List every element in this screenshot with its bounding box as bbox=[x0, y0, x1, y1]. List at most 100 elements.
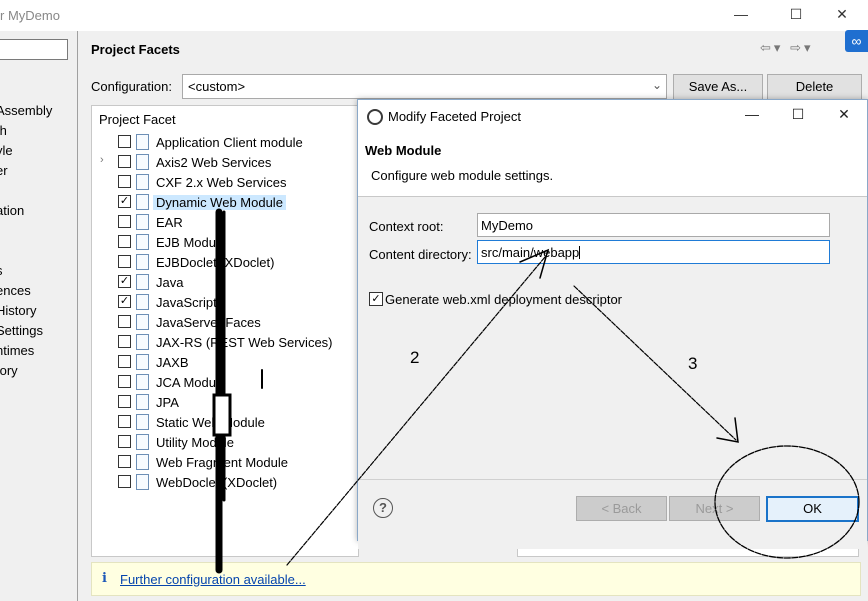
facet-row[interactable]: Web Fragment Module bbox=[92, 452, 358, 472]
info-icon: i bbox=[102, 571, 107, 586]
close-icon[interactable]: ✕ bbox=[828, 6, 856, 26]
facet-row[interactable]: Utility Module bbox=[92, 432, 358, 452]
facet-row[interactable]: JPA bbox=[92, 392, 358, 412]
history-nav[interactable]: ⇦▾ ⇨▾ bbox=[760, 40, 814, 56]
generate-web-xml-label[interactable]: Generate web.xml deployment descriptor bbox=[385, 292, 622, 307]
facet-checkbox[interactable] bbox=[118, 475, 131, 488]
nav-item[interactable]: tory bbox=[0, 363, 18, 378]
facet-checkbox[interactable] bbox=[118, 175, 131, 188]
facet-row[interactable]: JavaServer Faces bbox=[92, 312, 358, 332]
context-root-value: MyDemo bbox=[481, 218, 534, 233]
dropdown-icon[interactable]: ▾ bbox=[774, 40, 784, 55]
facet-checkbox[interactable] bbox=[118, 215, 131, 228]
facet-checkbox[interactable] bbox=[118, 315, 131, 328]
facet-label: WebDoclet (XDoclet) bbox=[156, 475, 278, 490]
configuration-value: <custom> bbox=[188, 79, 246, 94]
maximize-icon[interactable]: ☐ bbox=[783, 106, 813, 123]
delete-button[interactable]: Delete bbox=[767, 74, 862, 100]
close-icon[interactable]: ✕ bbox=[829, 106, 859, 123]
context-root-input[interactable]: MyDemo bbox=[477, 213, 830, 237]
facet-row[interactable]: CXF 2.x Web Services bbox=[92, 172, 358, 192]
facet-row[interactable]: JAX-RS (REST Web Services) bbox=[92, 332, 358, 352]
nav-item[interactable]: yle bbox=[0, 143, 13, 158]
facet-icon bbox=[136, 334, 149, 350]
facet-checkbox[interactable] bbox=[118, 355, 131, 368]
facet-icon bbox=[136, 434, 149, 450]
facet-checkbox[interactable]: ✓ bbox=[118, 275, 131, 288]
facet-icon bbox=[136, 394, 149, 410]
dropdown-icon[interactable]: ▾ bbox=[804, 40, 814, 55]
nav-item[interactable]: s bbox=[0, 263, 3, 278]
facet-row[interactable]: › Axis2 Web Services bbox=[92, 152, 358, 172]
facet-checkbox[interactable] bbox=[118, 375, 131, 388]
window-titlebar: r MyDemo — ☐ ✕ bbox=[0, 0, 868, 31]
nav-item[interactable]: th bbox=[0, 123, 7, 138]
facet-icon bbox=[136, 294, 149, 310]
facet-icon bbox=[136, 194, 149, 210]
nav-item[interactable]: Settings bbox=[0, 323, 43, 338]
facet-label: JavaServer Faces bbox=[156, 315, 261, 330]
facet-row[interactable]: Static Web Module bbox=[92, 412, 358, 432]
text-caret bbox=[579, 246, 581, 259]
maximize-icon[interactable]: ☐ bbox=[782, 6, 810, 26]
back-button[interactable]: < Back bbox=[576, 496, 667, 521]
facet-row[interactable]: JAXB bbox=[92, 352, 358, 372]
facet-checkbox[interactable] bbox=[118, 255, 131, 268]
facet-label: EJBDoclet (XDoclet) bbox=[156, 255, 275, 270]
ok-button[interactable]: OK bbox=[766, 496, 859, 522]
expand-chevron-icon[interactable]: › bbox=[100, 154, 104, 166]
context-root-label: Context root: bbox=[369, 219, 444, 234]
facet-list: Project Facet Application Client module ›… bbox=[91, 105, 359, 557]
next-button[interactable]: Next > bbox=[669, 496, 760, 521]
facet-icon bbox=[136, 154, 149, 170]
facet-label: CXF 2.x Web Services bbox=[156, 175, 287, 190]
page-title: Project Facets bbox=[91, 42, 180, 57]
dialog-title: Modify Faceted Project bbox=[388, 109, 521, 124]
facet-icon bbox=[136, 214, 149, 230]
facet-row[interactable]: WebDoclet (XDoclet) bbox=[92, 472, 358, 492]
facet-label: JAXB bbox=[156, 355, 189, 370]
facet-checkbox[interactable]: ✓ bbox=[118, 295, 131, 308]
minimize-icon[interactable]: — bbox=[727, 6, 755, 26]
facet-checkbox[interactable] bbox=[118, 155, 131, 168]
help-icon[interactable]: ? bbox=[373, 498, 393, 518]
minimize-icon[interactable]: — bbox=[737, 106, 767, 122]
facet-label: JAX-RS (REST Web Services) bbox=[156, 335, 333, 350]
content-directory-input[interactable]: src/main/webapp bbox=[477, 240, 830, 264]
save-as-button[interactable]: Save As... bbox=[673, 74, 763, 100]
facet-icon bbox=[136, 374, 149, 390]
facet-checkbox[interactable] bbox=[118, 455, 131, 468]
facet-row[interactable]: EJB Module bbox=[92, 232, 358, 252]
facet-row[interactable]: ✓ JavaScript bbox=[92, 292, 358, 312]
facet-icon bbox=[136, 454, 149, 470]
nav-item[interactable]: ntimes bbox=[0, 343, 34, 358]
link-icon[interactable]: ∞ bbox=[845, 30, 868, 52]
nav-item[interactable]: ation bbox=[0, 203, 24, 218]
facet-row[interactable]: ✓ Java bbox=[92, 272, 358, 292]
facet-checkbox[interactable]: ✓ bbox=[118, 195, 131, 208]
filter-input[interactable] bbox=[0, 39, 68, 60]
nav-item[interactable]: Assembly bbox=[0, 103, 52, 118]
facet-label: Java bbox=[156, 275, 184, 290]
further-configuration-link[interactable]: Further configuration available... bbox=[120, 572, 306, 587]
facet-checkbox[interactable] bbox=[118, 435, 131, 448]
back-arrow-icon[interactable]: ⇦ bbox=[760, 40, 774, 55]
nav-item[interactable]: History bbox=[0, 303, 36, 318]
configuration-select[interactable]: <custom> ⌄ bbox=[182, 74, 667, 99]
forward-arrow-icon[interactable]: ⇨ bbox=[790, 40, 804, 55]
facet-row[interactable]: ✓ Dynamic Web Module bbox=[92, 192, 358, 212]
facet-checkbox[interactable] bbox=[118, 135, 131, 148]
facet-checkbox[interactable] bbox=[118, 335, 131, 348]
facet-row[interactable]: EAR bbox=[92, 212, 358, 232]
facet-row[interactable]: JCA Module bbox=[92, 372, 358, 392]
pane-divider[interactable] bbox=[77, 31, 78, 601]
facet-row[interactable]: EJBDoclet (XDoclet) bbox=[92, 252, 358, 272]
facet-checkbox[interactable] bbox=[118, 415, 131, 428]
nav-item[interactable]: ences bbox=[0, 283, 31, 298]
generate-web-xml-checkbox[interactable]: ✓ bbox=[369, 292, 383, 306]
nav-item[interactable]: er bbox=[0, 163, 8, 178]
facet-checkbox[interactable] bbox=[118, 395, 131, 408]
facet-label: Utility Module bbox=[156, 435, 235, 450]
facet-checkbox[interactable] bbox=[118, 235, 131, 248]
facet-row[interactable]: Application Client module bbox=[92, 132, 358, 152]
